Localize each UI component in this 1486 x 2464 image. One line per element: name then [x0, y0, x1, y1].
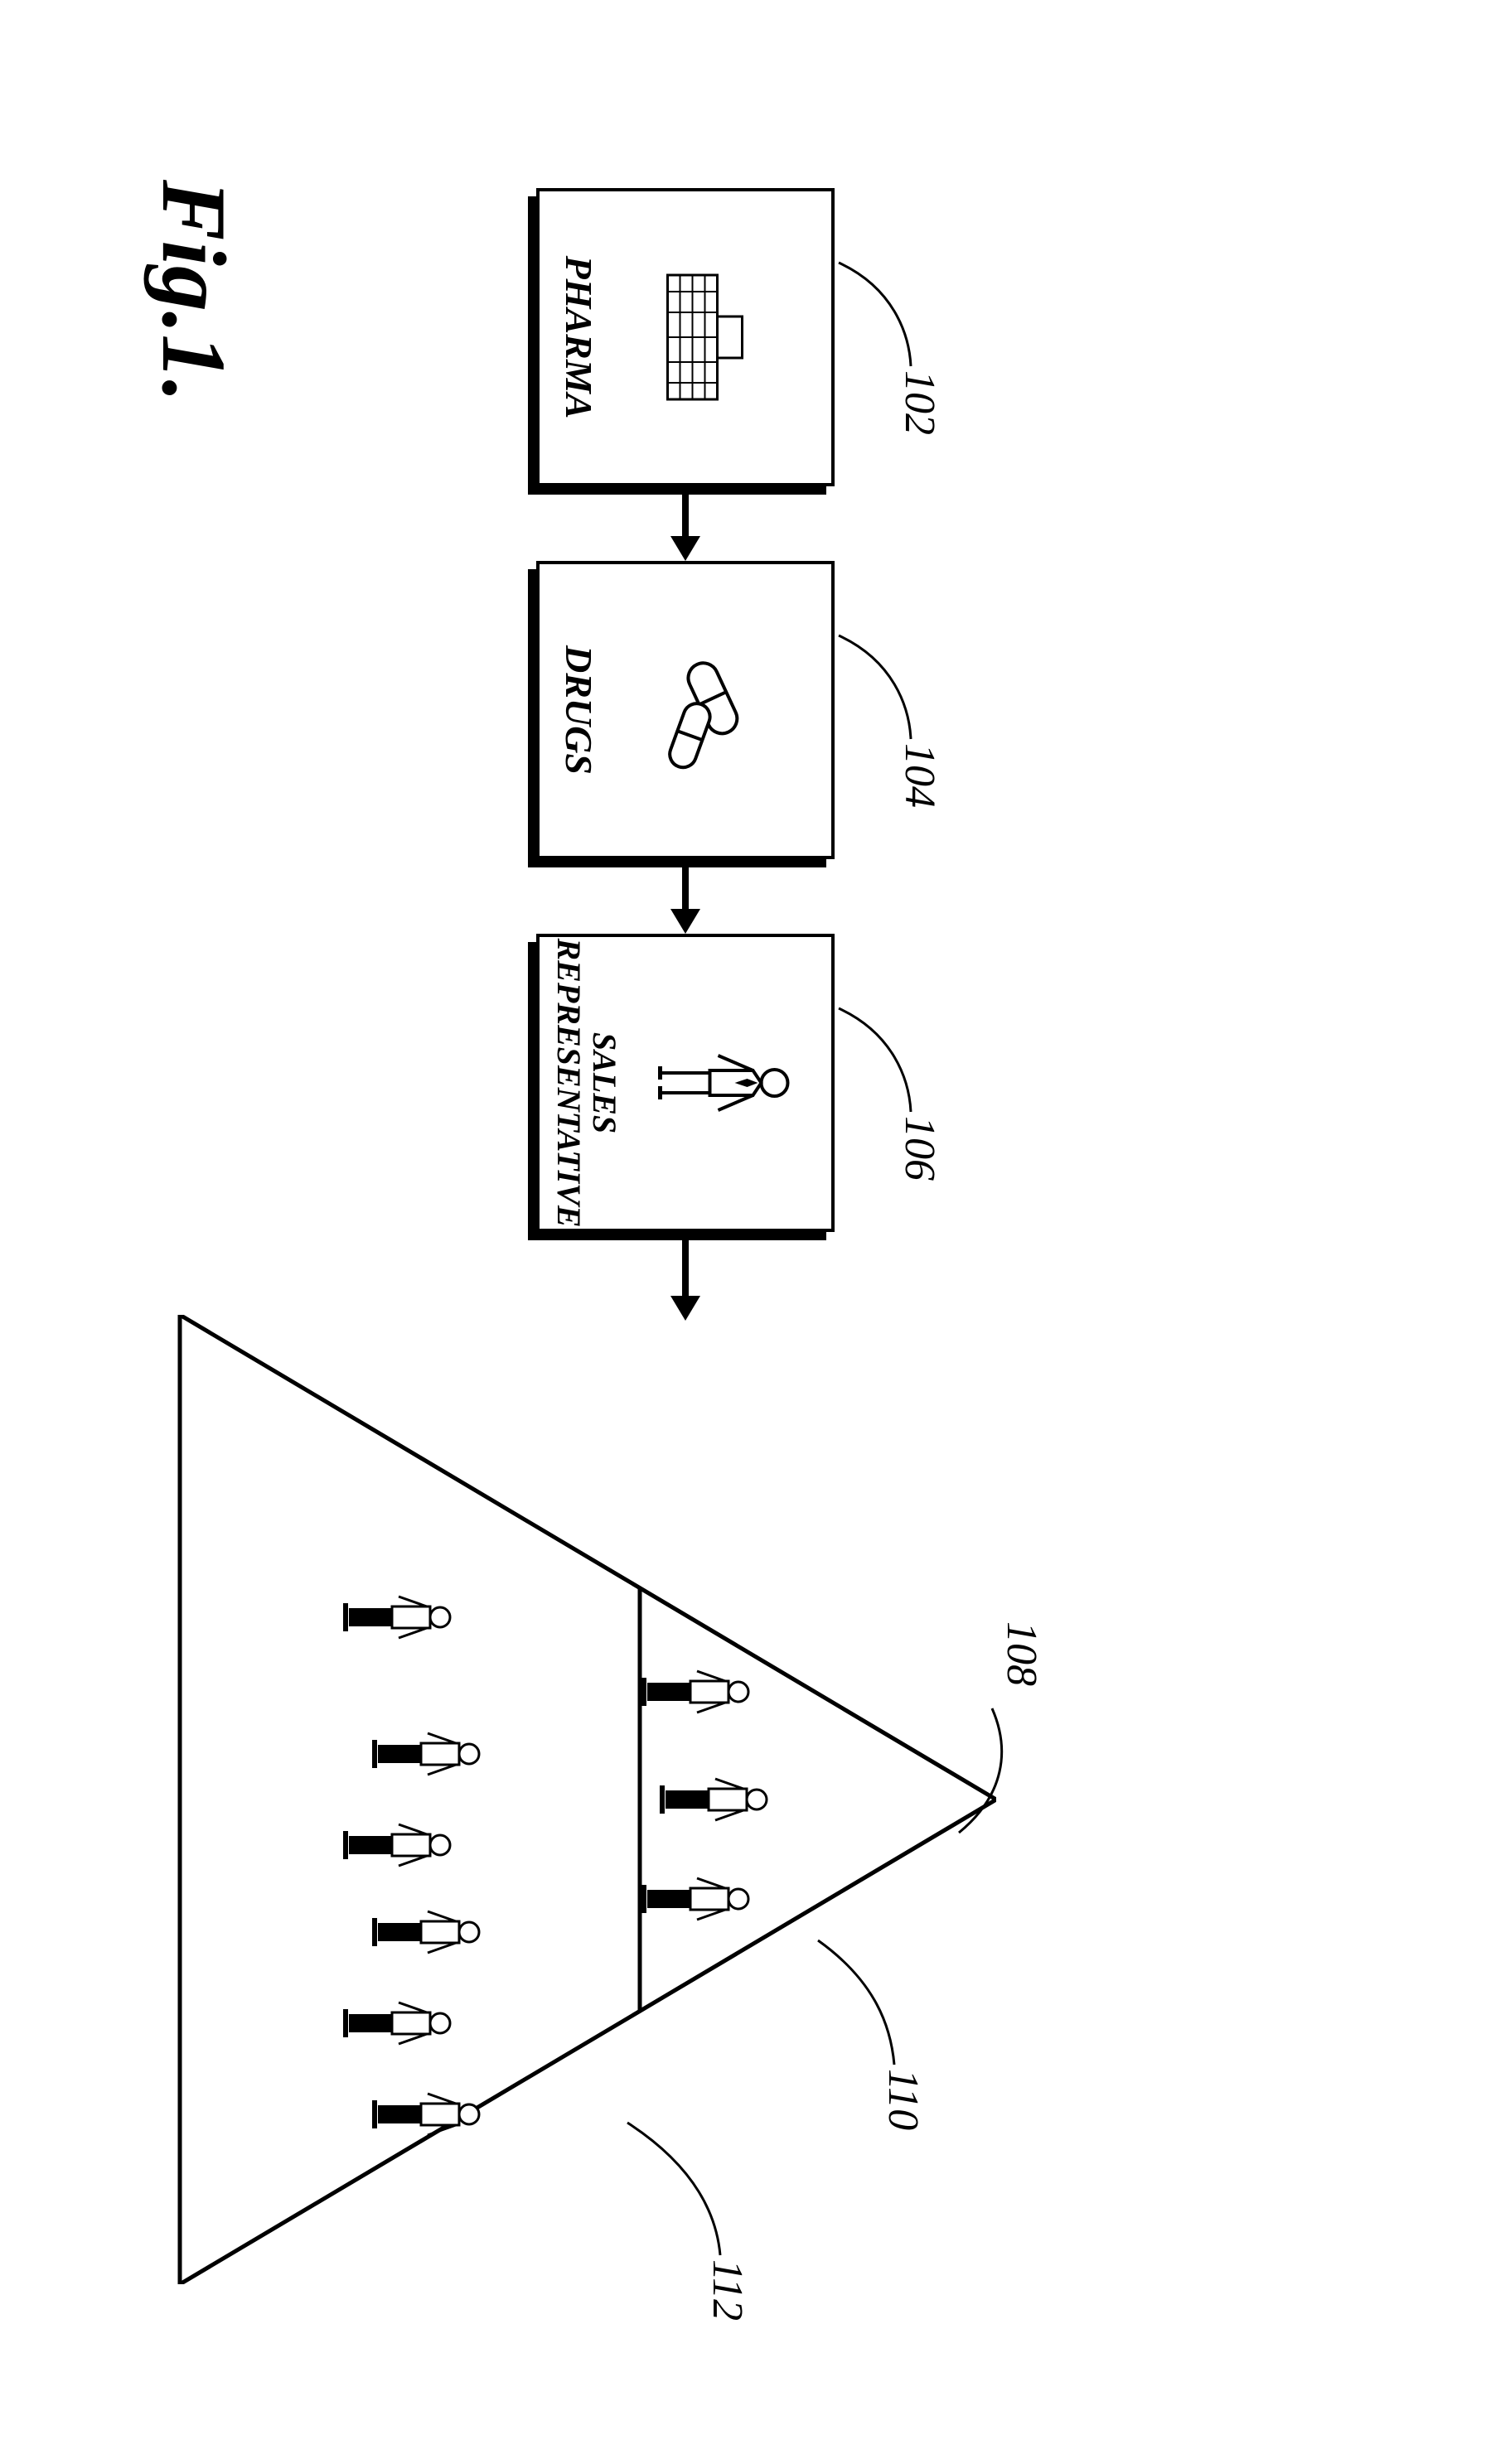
node-sales-label: SALES REPRESENTATIVE: [551, 937, 622, 1229]
node-pharma: PHARMA: [536, 188, 835, 486]
pyramid: [176, 1315, 996, 2284]
person-lower-2: [366, 1725, 482, 1783]
ref-102: 102: [895, 370, 944, 435]
leader-106: [826, 1000, 917, 1116]
person-lower-3: [337, 1816, 453, 1874]
node-drugs-label: DRUGS: [558, 564, 599, 856]
ref-106: 106: [895, 1116, 944, 1181]
ref-112: 112: [703, 2259, 752, 2321]
node-pharma-label: PHARMA: [558, 191, 599, 483]
person-upper-1: [636, 1663, 752, 1721]
node-sales: SALES REPRESENTATIVE: [536, 934, 835, 1232]
node-drugs: DRUGS: [536, 561, 835, 859]
leader-102: [826, 254, 917, 370]
leader-104: [826, 627, 917, 743]
ref-108: 108: [997, 1621, 1046, 1686]
person-icon: [647, 1046, 792, 1120]
figure-canvas: PHARMA DRUGS: [122, 155, 1365, 2309]
person-lower-6: [366, 2085, 482, 2143]
person-lower-4: [366, 1903, 482, 1961]
person-upper-2: [654, 1771, 770, 1829]
pills-icon: [651, 644, 754, 776]
building-icon: [655, 267, 750, 408]
figure-label: Fig.1.: [141, 180, 246, 403]
person-lower-1: [337, 1588, 453, 1646]
ref-104: 104: [895, 743, 944, 808]
page: PHARMA DRUGS: [0, 0, 1486, 2464]
person-upper-3: [636, 1870, 752, 1928]
ref-110: 110: [879, 2069, 927, 2130]
person-lower-5: [337, 1994, 453, 2052]
